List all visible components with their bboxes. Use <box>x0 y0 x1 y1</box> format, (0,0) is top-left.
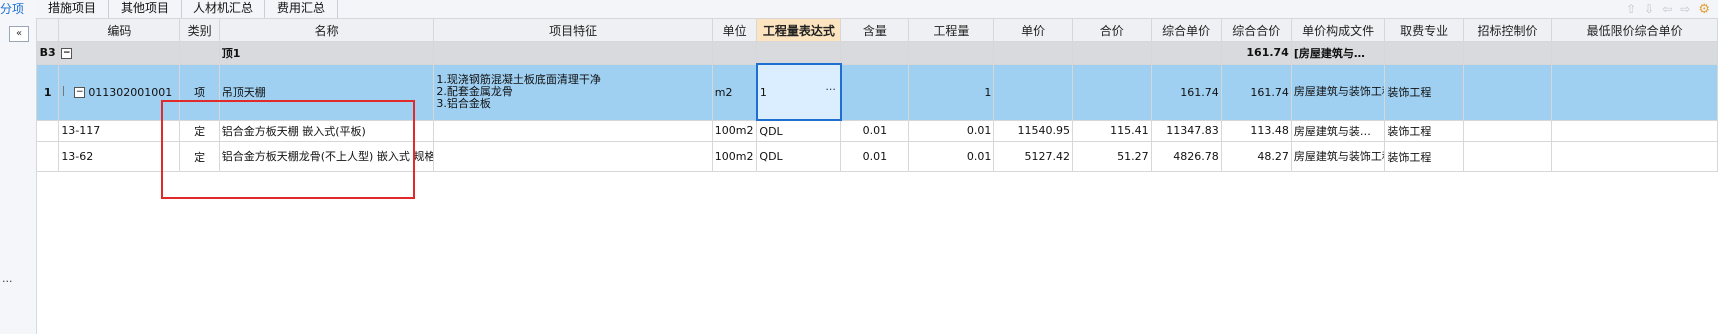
more-options-icon[interactable]: ··· <box>825 83 836 96</box>
min-cell[interactable] <box>1551 63 1718 121</box>
col-header-unit-price[interactable]: 单价 <box>993 18 1073 42</box>
expr-edit-cell[interactable]: 1 ··· <box>755 63 842 121</box>
col-header-comp-total-price[interactable]: 综合合价 <box>1220 18 1292 42</box>
toolbar-icons: ⇧ ⇩ ⇦ ⇨ ⚙ <box>1626 0 1710 18</box>
expr-cell[interactable]: QDL <box>756 119 842 142</box>
col-header-total-price[interactable]: 合价 <box>1071 18 1152 42</box>
code-cell: − <box>58 41 181 65</box>
min-cell[interactable] <box>1551 41 1718 65</box>
collapse-toggle-icon[interactable]: − <box>74 87 86 98</box>
col-header-unit[interactable]: 单位 <box>711 18 758 42</box>
tab-cost-summary[interactable]: 费用汇总 <box>265 0 338 18</box>
unit-cell[interactable] <box>711 41 758 65</box>
content-cell[interactable] <box>840 63 910 121</box>
arrow-right-icon[interactable]: ⇨ <box>1680 2 1690 16</box>
col-header-price-file[interactable]: 单价构成文件 <box>1290 18 1386 42</box>
qty-cell[interactable]: 0.01 <box>908 141 995 172</box>
col-header-code[interactable]: 编码 <box>58 18 181 42</box>
major-cell[interactable]: 装饰工程 <box>1384 119 1464 142</box>
comp-price-cell: 11347.83 <box>1150 119 1222 142</box>
comp-total-cell: 161.74 <box>1220 63 1292 121</box>
unit-cell[interactable]: m2 <box>711 63 758 121</box>
total-cell <box>1071 41 1152 65</box>
unit-cell[interactable]: 100m2 <box>711 119 758 142</box>
total-cell: 51.27 <box>1071 141 1152 172</box>
price-cell[interactable]: 11540.95 <box>993 119 1073 142</box>
sidebar-dots: ... <box>2 272 13 285</box>
comp-total-cell: 161.74 <box>1220 41 1292 65</box>
col-header-name[interactable]: 名称 <box>218 18 435 42</box>
price-cell[interactable] <box>993 63 1073 121</box>
ctrl-cell[interactable] <box>1462 141 1553 172</box>
qty-cell[interactable]: 0.01 <box>908 119 995 142</box>
comp-price-cell <box>1150 41 1222 65</box>
content-cell[interactable]: 0.01 <box>840 119 910 142</box>
tab-measures[interactable]: 措施项目 <box>36 0 109 18</box>
col-header-content[interactable]: 含量 <box>840 18 910 42</box>
name-cell[interactable]: 顶1 <box>218 41 435 65</box>
total-cell: 115.41 <box>1071 119 1152 142</box>
table-row-section[interactable]: B3 − 顶1 161.74 [房屋建筑与… <box>35 41 1718 65</box>
expr-cell[interactable] <box>756 41 842 65</box>
col-header-feature[interactable]: 项目特征 <box>433 18 713 42</box>
feature-cell[interactable]: 1.现浇钢筋混凝土板底面清理干净 2.配套金属龙骨 3.铝合金板 <box>433 63 713 121</box>
col-header-rownum <box>35 18 60 42</box>
collapse-toggle-icon[interactable]: − <box>61 47 73 59</box>
left-sidebar: 分项 « ... <box>0 0 37 334</box>
collapse-sidebar-icon[interactable]: « <box>9 26 29 42</box>
tab-bar: 措施项目 其他项目 人材机汇总 费用汇总 ⇧ ⇩ ⇦ ⇨ ⚙ <box>36 0 1718 19</box>
row-number: 1 <box>35 63 60 121</box>
major-cell[interactable] <box>1384 41 1464 65</box>
file-cell[interactable]: 房屋建筑与装… <box>1290 119 1386 142</box>
major-cell[interactable]: 装饰工程 <box>1384 63 1464 121</box>
arrow-up-icon[interactable]: ⇧ <box>1626 2 1636 16</box>
file-cell[interactable]: 房屋建筑与装饰工程 <box>1290 63 1386 121</box>
tab-other-items[interactable]: 其他项目 <box>109 0 182 18</box>
expr-cell[interactable]: QDL <box>756 141 842 172</box>
feature-cell[interactable] <box>433 41 713 65</box>
ctrl-cell[interactable] <box>1462 41 1553 65</box>
content-cell[interactable] <box>840 41 910 65</box>
qty-cell[interactable] <box>908 41 995 65</box>
row-number <box>35 141 60 172</box>
col-header-comp-unit-price[interactable]: 综合单价 <box>1150 18 1222 42</box>
feature-cell[interactable] <box>433 141 713 172</box>
type-cell <box>179 41 220 65</box>
file-cell[interactable]: [房屋建筑与… <box>1290 41 1386 65</box>
price-cell[interactable] <box>993 41 1073 65</box>
col-header-min-comp-price[interactable]: 最低限价综合单价 <box>1551 18 1718 42</box>
major-cell[interactable]: 装饰工程 <box>1384 141 1464 172</box>
comp-price-cell: 4826.78 <box>1150 141 1222 172</box>
total-cell <box>1071 63 1152 121</box>
settings-icon[interactable]: ⚙ <box>1698 2 1710 17</box>
comp-total-cell: 48.27 <box>1220 141 1292 172</box>
arrow-down-icon[interactable]: ⇩ <box>1644 2 1654 16</box>
highlight-annotation-box <box>161 100 415 199</box>
arrow-left-icon[interactable]: ⇦ <box>1662 2 1672 16</box>
ctrl-cell[interactable] <box>1462 63 1553 121</box>
table-header: 编码 类别 名称 项目特征 单位 工程量表达式 含量 工程量 单价 合价 综合单… <box>35 18 1718 42</box>
min-cell[interactable] <box>1551 119 1718 142</box>
file-cell[interactable]: 房屋建筑与装饰工程 <box>1290 141 1386 172</box>
comp-price-cell: 161.74 <box>1150 63 1222 121</box>
row-number: B3 <box>35 41 60 65</box>
col-header-qty-expression[interactable]: 工程量表达式 <box>756 18 842 42</box>
feature-line: 3.铝合金板 <box>436 97 491 110</box>
col-header-bid-control[interactable]: 招标控制价 <box>1462 18 1553 42</box>
feature-cell[interactable] <box>433 119 713 142</box>
tab-labor-material-summary[interactable]: 人材机汇总 <box>182 0 265 18</box>
comp-total-cell: 113.48 <box>1220 119 1292 142</box>
row-number <box>35 119 60 142</box>
content-cell[interactable]: 0.01 <box>840 141 910 172</box>
col-header-fee-major[interactable]: 取费专业 <box>1384 18 1464 42</box>
min-cell[interactable] <box>1551 141 1718 172</box>
unit-cell[interactable]: 100m2 <box>711 141 758 172</box>
qty-cell[interactable]: 1 <box>908 63 995 121</box>
price-cell[interactable]: 5127.42 <box>993 141 1073 172</box>
sidebar-tab-fenxiang[interactable]: 分项 <box>0 0 24 17</box>
col-header-quantity[interactable]: 工程量 <box>908 18 995 42</box>
ctrl-cell[interactable] <box>1462 119 1553 142</box>
col-header-type[interactable]: 类别 <box>179 18 220 42</box>
